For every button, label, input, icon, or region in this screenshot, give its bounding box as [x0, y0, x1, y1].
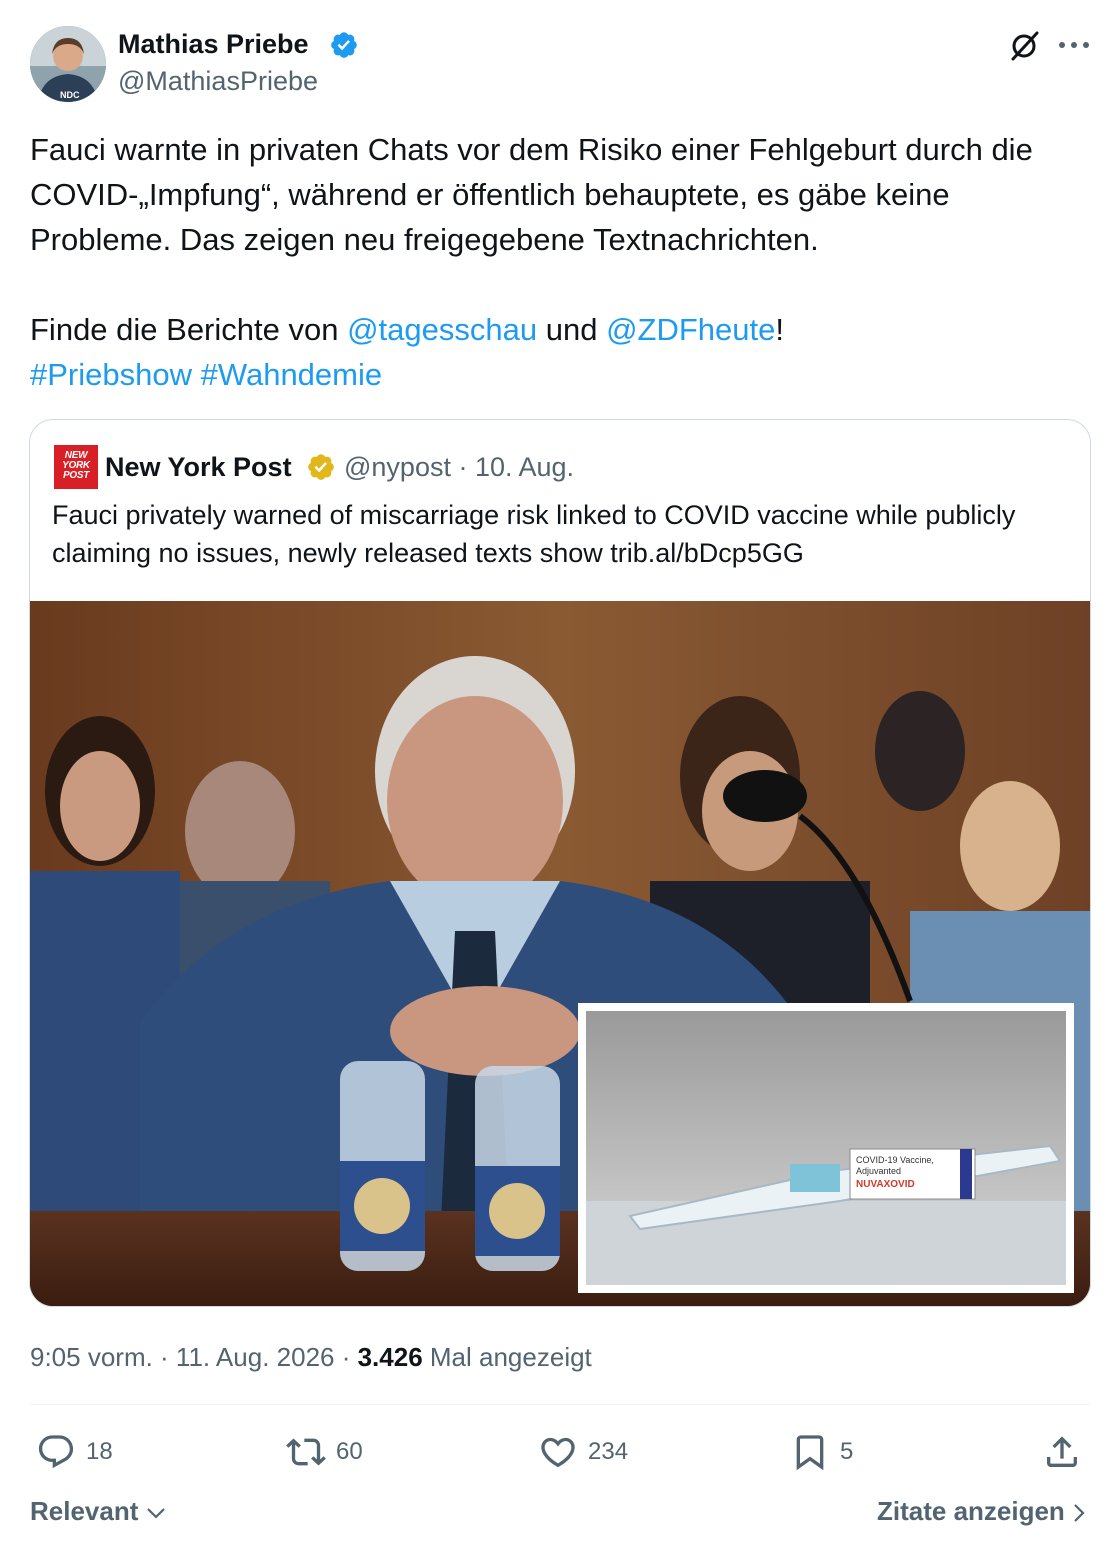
chevron-down-icon	[146, 1508, 165, 1519]
tweet-paragraph-2: Finde die Berichte von @tagesschau und @…	[30, 307, 1090, 352]
sort-label: Relevant	[30, 1496, 139, 1526]
more-options-icon[interactable]	[1056, 34, 1092, 56]
view-quotes-link[interactable]: Zitate anzeigen	[877, 1494, 1086, 1528]
share-button[interactable]	[1042, 1430, 1082, 1474]
view-count: 3.426	[357, 1342, 423, 1372]
svg-text:COVID-19 Vaccine,: COVID-19 Vaccine,	[856, 1155, 934, 1165]
bookmark-button[interactable]: 5	[790, 1430, 853, 1474]
mention-zdfheute-link[interactable]: @ZDFheute	[606, 312, 775, 347]
repost-icon	[286, 1438, 326, 1466]
tweet-text-segment: und	[537, 312, 607, 347]
mention-tagesschau-link[interactable]: @tagesschau	[347, 312, 537, 347]
hashtag-wahndemie-link[interactable]: #Wahndemie	[201, 357, 383, 392]
views-label: Mal angezeigt	[422, 1342, 592, 1372]
tweet-text-segment: !	[775, 312, 784, 347]
like-count: 234	[588, 1438, 629, 1465]
author-handle[interactable]: @MathiasPriebe	[118, 64, 318, 98]
reply-button[interactable]: 18	[36, 1430, 113, 1474]
sort-replies-dropdown[interactable]: Relevant	[30, 1494, 166, 1528]
share-icon	[1047, 1436, 1077, 1467]
tweet-paragraph-1: Fauci warnte in privaten Chats vor dem R…	[30, 132, 1033, 257]
like-button[interactable]: 234	[538, 1430, 628, 1474]
quoted-author-name[interactable]: New York Post	[105, 450, 292, 484]
svg-text:Adjuvanted: Adjuvanted	[856, 1166, 901, 1176]
verified-badge-icon	[331, 32, 357, 58]
svg-text:NDC: NDC	[60, 90, 80, 100]
reply-count: 18	[86, 1438, 113, 1465]
quoted-handle-date[interactable]: @nypost · 10. Aug.	[344, 450, 574, 484]
heart-icon	[541, 1437, 575, 1468]
tweet-hashtags: #Priebshow #Wahndemie	[30, 352, 1090, 397]
nypost-logo: NEW YORK POST	[54, 445, 98, 489]
tweet-text: Fauci warnte in privaten Chats vor dem R…	[30, 127, 1090, 397]
view-quotes-label: Zitate anzeigen	[877, 1496, 1065, 1526]
tweet-timestamp[interactable]: 9:05 vorm. · 11. Aug. 2026 ·	[30, 1342, 358, 1372]
bookmark-icon	[796, 1435, 824, 1471]
quoted-tweet-text: Fauci privately warned of miscarriage ri…	[52, 500, 1016, 568]
reply-icon	[38, 1435, 74, 1469]
divider	[30, 1404, 1090, 1405]
grok-icon[interactable]	[1006, 28, 1042, 64]
svg-text:NUVAXOVID: NUVAXOVID	[856, 1179, 915, 1190]
author-name[interactable]: Mathias Priebe	[118, 27, 309, 61]
bookmark-count: 5	[840, 1438, 854, 1465]
quoted-tweet-image[interactable]: COVID-19 Vaccine, Adjuvanted NUVAXOVID	[30, 601, 1090, 1306]
hashtag-priebshow-link[interactable]: #Priebshow	[30, 357, 192, 392]
quoted-tweet-card[interactable]: NEW YORK POST New York Post @nypost · 10…	[29, 419, 1091, 1307]
repost-count: 60	[336, 1438, 363, 1465]
tweet-timestamp-views: 9:05 vorm. · 11. Aug. 2026 · 3.426 Mal a…	[30, 1340, 592, 1374]
chevron-right-icon	[1074, 1504, 1085, 1522]
tweet-text-segment: Finde die Berichte von	[30, 312, 348, 347]
repost-button[interactable]: 60	[286, 1430, 363, 1474]
verified-organization-badge-icon	[308, 454, 334, 480]
author-avatar[interactable]: NDC	[30, 26, 106, 102]
